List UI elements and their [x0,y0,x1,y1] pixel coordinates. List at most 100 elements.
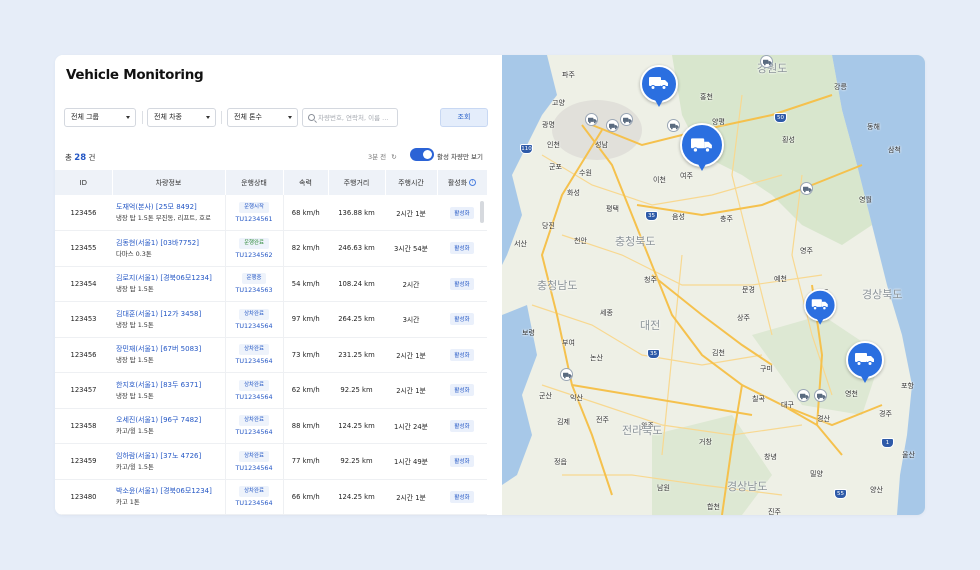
cell-status: 상차완료 TU1234564 [225,443,284,480]
active-badge[interactable]: 활성화 [450,206,474,219]
terminal-id-link[interactable]: TU1234564 [226,393,283,401]
col-header-speed[interactable]: 속력 [283,170,329,195]
cell-id: 123456 [55,195,112,231]
vehicle-map[interactable]: 강원도파주가평고양홍천강릉광명양평동해인천성남횡성삼척군포원주수원이천화성여주영… [502,55,925,515]
truck-icon [800,393,809,400]
vehicle-marker-large[interactable] [804,289,837,328]
vehicle-marker-small[interactable] [800,182,813,195]
table-scrollbar[interactable] [480,201,484,223]
table-row[interactable]: 123457 한지호(서울1) [83두 6371] 냉장 탑 1.5톤 상차완료 TU… [55,372,487,409]
map-place-label: 영천 [845,390,858,398]
map-place-label: 천안 [574,237,587,245]
terminal-id-link[interactable]: TU1234564 [226,357,283,365]
vehicle-marker-large[interactable] [846,341,884,387]
terminal-id-link[interactable]: TU1234563 [226,286,283,294]
driver-link[interactable]: 김로지(서울1) [경북06모1234] [116,273,225,284]
active-badge[interactable]: 활성화 [450,277,474,290]
table-row[interactable]: 123455 김동현(서울1) [03바7752] 다마스 0.3톤 운행완료 TU12… [55,230,487,267]
table-row[interactable]: 123459 임하람(서울1) [37노 4726] 카고/윙 1.5톤 상차완료 TU… [55,443,487,480]
cell-active: 활성화 [437,230,487,267]
table-row[interactable]: 123456 도재억(본사) [25모 8492] 냉장 탑 1.5톤 무진동, 리… [55,195,487,231]
table-row[interactable]: 123456 장민재(서울1) [67버 5083] 냉장 탑 1.5톤 상차완료 TU… [55,337,487,373]
search-input[interactable] [318,111,396,124]
vehicle-marker-small[interactable] [797,389,810,402]
status-badge: 상차완료 [239,450,269,462]
driver-link[interactable]: 도재억(본사) [25모 8492] [116,202,225,213]
vehicle-marker-small[interactable] [620,113,633,126]
terminal-id-link[interactable]: TU1234564 [226,499,283,507]
seoul-urban-area [552,100,642,160]
map-place-label: 여주 [680,172,693,180]
driver-link[interactable]: 임하람(서울1) [37노 4726] [116,451,225,462]
vehicle-marker-large[interactable] [680,123,724,171]
col-header-status[interactable]: 운행상태 [225,170,284,195]
active-badge[interactable]: 활성화 [450,313,474,326]
active-only-toggle[interactable] [410,148,434,161]
map-place-label: 밀양 [810,470,823,478]
col-header-vehicle-info[interactable]: 차량정보 [112,170,226,195]
map-place-label: 남원 [657,484,670,492]
map-place-label: 당진 [542,222,555,230]
driver-link[interactable]: 장민재(서울1) [67버 5083] [116,344,225,355]
terminal-id-link[interactable]: TU1234561 [226,215,283,223]
vehicle-spec: 카고/윙 1.5톤 [116,462,154,471]
active-badge[interactable]: 활성화 [450,455,474,468]
driver-link[interactable]: 김대훈(서울1) [12가 3458] [116,309,225,320]
map-place-label: 수원 [579,169,592,177]
cell-status: 상차완료 TU1234564 [225,301,284,338]
map-place-label: 경주 [879,410,892,418]
table-row[interactable]: 123454 김로지(서울1) [경북06모1234] 냉장 탑 1.5톤 운행중 TU… [55,266,487,302]
col-header-drive-time[interactable]: 주행시간 [385,170,438,195]
query-button[interactable]: 조회 [440,108,488,127]
marker-pointer [816,318,824,325]
vehicle-marker-small[interactable] [560,368,573,381]
driver-link[interactable]: 한지호(서울1) [83두 6371] [116,380,225,391]
terminal-id-link[interactable]: TU1234564 [226,322,283,330]
map-place-label: 진주 [768,508,781,515]
cell-active: 활성화 [437,443,487,480]
count-value: 28 [74,153,87,163]
map-place-label: 서산 [514,240,527,248]
driver-link[interactable]: 김동현(서울1) [03바7752] [116,238,225,249]
driver-link[interactable]: 박소윤(서울1) [경북06모1234] [116,486,225,497]
active-badge[interactable]: 활성화 [450,419,474,432]
vehicle-marker-small[interactable] [760,55,773,68]
vehicle-marker-large[interactable] [640,65,678,111]
vehicle-spec: 냉장 탑 1.5톤 [116,356,154,365]
active-badge[interactable]: 활성화 [450,384,474,397]
table-row[interactable]: 123480 박소윤(서울1) [경북06모1234] 카고 1톤 상차완료 TU123… [55,479,487,515]
vehicle-marker-small[interactable] [585,113,598,126]
table-row[interactable]: 123453 김대훈(서울1) [12가 3458] 냉장 탑 1.5톤 상차완료 TU… [55,301,487,338]
status-badge: 운행중 [241,273,267,285]
cell-distance: 124.25 km [328,408,385,444]
col-header-id[interactable]: ID [55,170,113,195]
active-badge[interactable]: 활성화 [450,242,474,255]
cell-distance: 136.88 km [328,195,385,231]
terminal-id-link[interactable]: TU1234562 [226,251,283,259]
driver-link[interactable]: 오세진(서울1) [96구 7482] [116,415,225,426]
col-header-distance[interactable]: 주행거리 [328,170,386,195]
group-select[interactable]: 전체 그룹 [64,108,136,127]
info-icon[interactable]: i [469,179,477,186]
search-box [302,108,398,127]
terminal-id-link[interactable]: TU1234564 [226,428,283,436]
vehicle-marker-small[interactable] [606,119,619,132]
cell-drive-time: 3시간 [385,301,437,338]
tonnage-select[interactable]: 전체 톤수 [227,108,298,127]
cell-distance: 124.25 km [328,479,385,515]
map-place-label: 예천 [774,275,787,283]
map-place-label: 대구 [781,401,794,409]
active-badge[interactable]: 활성화 [450,490,474,503]
refresh-button[interactable]: 3분 전 ↻ [368,151,397,161]
map-place-label: 고양 [552,99,565,107]
map-place-label: 포항 [901,382,914,390]
vehicle-marker-small[interactable] [667,119,680,132]
terminal-id-link[interactable]: TU1234564 [226,464,283,472]
col-header-active[interactable]: 활성화 i [437,170,488,195]
cell-drive-time: 2시간 1분 [385,337,437,373]
table-row[interactable]: 123458 오세진(서울1) [96구 7482] 카고/윙 1.5톤 상차완료 TU… [55,408,487,444]
vehicle-marker-small[interactable] [814,389,827,402]
active-badge[interactable]: 활성화 [450,348,474,361]
vehicle-type-select[interactable]: 전체 차종 [147,108,216,127]
search-icon [308,114,315,121]
